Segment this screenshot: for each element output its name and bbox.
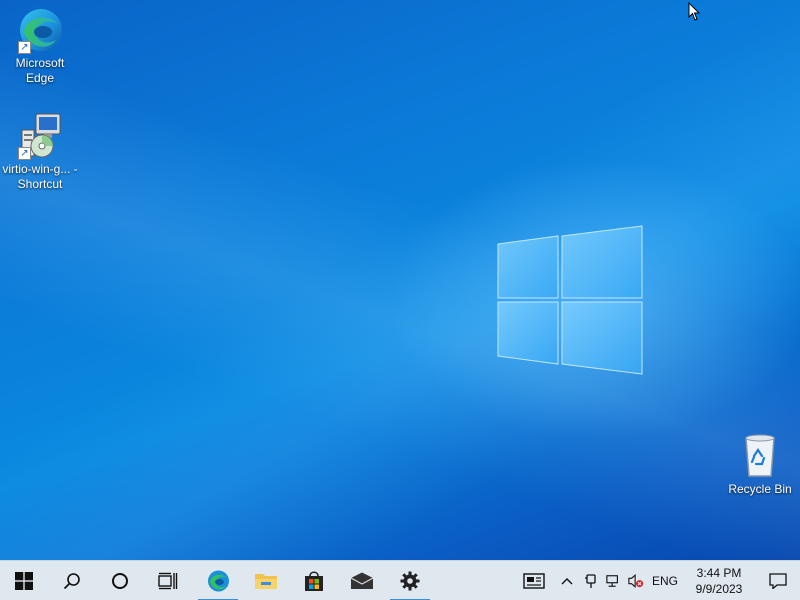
news-widget-button[interactable] — [514, 561, 554, 600]
edge-icon — [208, 570, 229, 591]
language-indicator[interactable]: ENG — [648, 561, 682, 600]
store-button[interactable] — [290, 561, 338, 600]
mouse-cursor-icon — [688, 2, 701, 21]
windows-logo-icon — [15, 571, 33, 590]
installer-icon: ↗ — [16, 112, 64, 160]
chevron-up-icon — [561, 578, 573, 585]
file-explorer-button[interactable] — [242, 561, 290, 600]
mail-button[interactable] — [338, 561, 386, 600]
cortana-button[interactable] — [96, 561, 144, 600]
action-center-button[interactable] — [756, 561, 800, 600]
usb-device-button[interactable] — [580, 561, 602, 600]
settings-button[interactable] — [386, 561, 434, 600]
clock-time: 3:44 PM — [696, 566, 742, 580]
shortcut-arrow-icon: ↗ — [18, 41, 31, 54]
recycle-bin-icon — [736, 432, 784, 480]
edge-icon: ↗ — [16, 6, 64, 54]
gear-icon — [400, 571, 420, 590]
clock-button[interactable]: 3:44 PM 9/9/2023 — [682, 561, 756, 600]
task-view-button[interactable] — [144, 561, 192, 600]
desktop-icon-label: Microsoft Edge — [15, 56, 65, 85]
mail-icon — [350, 572, 374, 589]
clock-date: 9/9/2023 — [695, 582, 743, 596]
desktop-icon-label: Recycle Bin — [728, 482, 792, 496]
search-icon — [63, 572, 80, 589]
taskbar: ENG 3:44 PM 9/9/2023 — [0, 560, 800, 600]
news-icon — [523, 573, 545, 589]
network-button[interactable] — [602, 561, 624, 600]
desktop-icon-virtio-shortcut[interactable]: ↗ virtio-win-g... - Shortcut — [0, 112, 80, 192]
desktop-icon-recycle-bin[interactable]: Recycle Bin — [720, 432, 800, 497]
network-icon — [606, 575, 618, 587]
start-button[interactable] — [0, 561, 48, 600]
folder-icon — [255, 573, 277, 589]
shortcut-arrow-icon: ↗ — [18, 147, 31, 160]
desktop-icon-edge[interactable]: ↗ Microsoft Edge — [0, 6, 80, 86]
system-tray: ENG 3:44 PM 9/9/2023 — [514, 561, 800, 600]
task-view-icon — [158, 572, 178, 589]
wallpaper-light-beam — [0, 0, 800, 560]
usb-device-icon — [585, 574, 596, 588]
show-hidden-icons-button[interactable] — [554, 561, 580, 600]
wallpaper-light-beam — [0, 0, 800, 560]
desktop-icon-label: virtio-win-g... - Shortcut — [2, 162, 78, 191]
notification-icon — [769, 573, 787, 589]
search-button[interactable] — [48, 561, 96, 600]
wallpaper-windows-logo — [497, 225, 643, 375]
clock: 3:44 PM 9/9/2023 — [686, 565, 752, 597]
volume-muted-icon — [628, 574, 644, 588]
store-icon — [305, 570, 323, 591]
circle-icon — [112, 572, 128, 589]
volume-button[interactable] — [624, 561, 648, 600]
edge-taskbar-button[interactable] — [194, 561, 242, 600]
